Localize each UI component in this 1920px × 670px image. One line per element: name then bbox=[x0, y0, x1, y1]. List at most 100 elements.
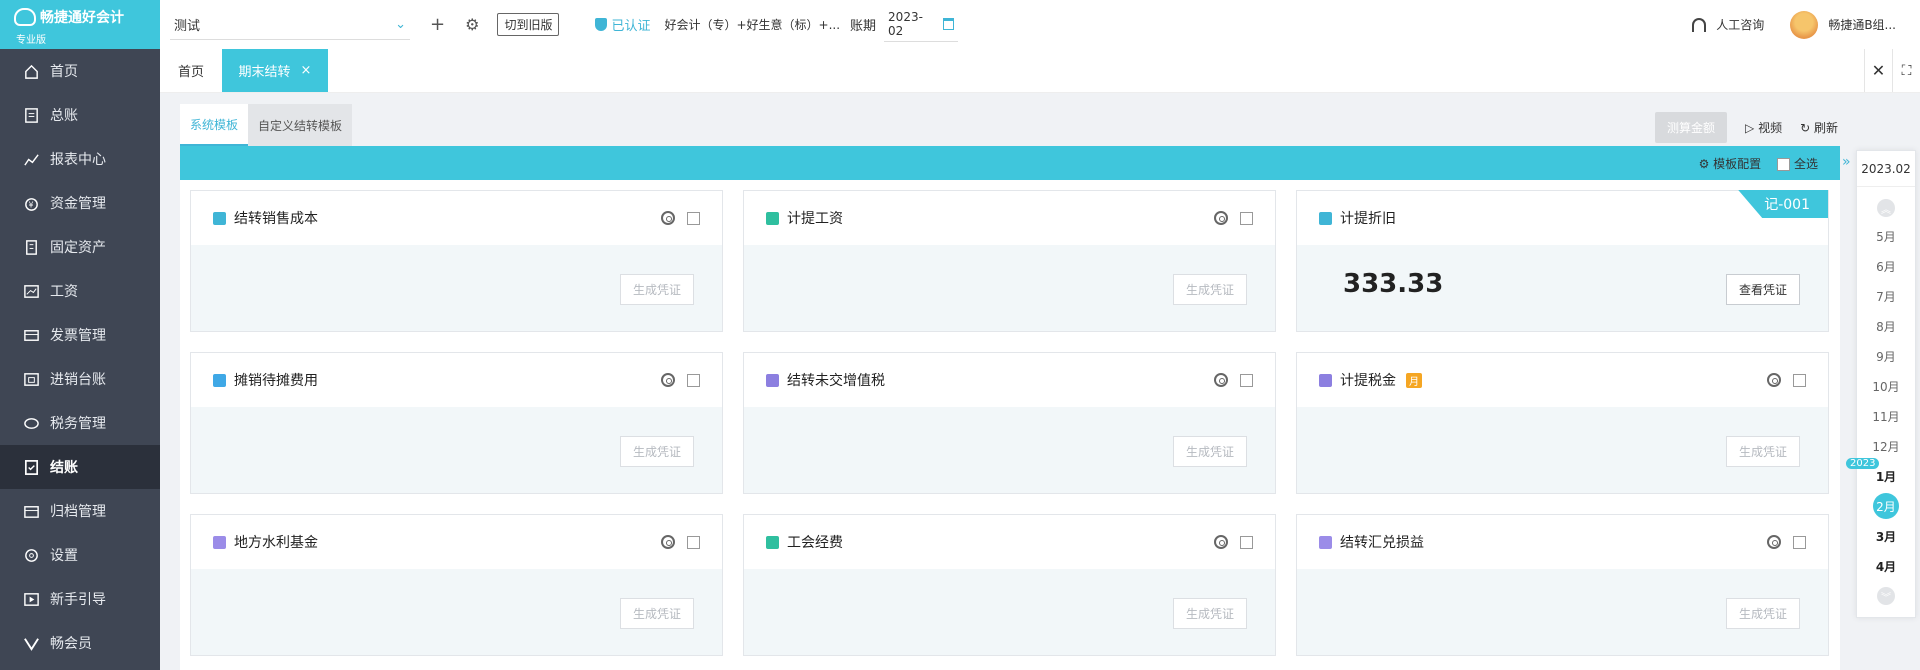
sidebar-item-inventory[interactable]: 进销台账 bbox=[0, 357, 160, 401]
generate-voucher-button[interactable]: 生成凭证 bbox=[619, 598, 694, 629]
month-label: 2月 bbox=[1873, 493, 1899, 519]
month-item[interactable]: 6月 bbox=[1857, 251, 1915, 281]
transfer-card: 结转销售成本 生成凭证 bbox=[190, 190, 723, 332]
sidebar-item-closing[interactable]: 结账 bbox=[0, 445, 160, 489]
card-checkbox[interactable] bbox=[1793, 535, 1806, 549]
generate-voucher-button[interactable]: 生成凭证 bbox=[1172, 436, 1247, 467]
template-tabs: 系统模板 自定义结转模板 测算金额 ▷ 视频 ↻ 刷新 bbox=[180, 104, 1840, 146]
user-name[interactable]: 畅捷通B组... bbox=[1828, 16, 1896, 33]
sidebar-item-tax[interactable]: 税务管理 bbox=[0, 401, 160, 445]
month-item[interactable]: 9月 bbox=[1857, 341, 1915, 371]
video-button[interactable]: ▷ 视频 bbox=[1745, 119, 1782, 136]
sidebar-item-building[interactable]: 固定资产 bbox=[0, 225, 160, 269]
refresh-button[interactable]: ↻ 刷新 bbox=[1800, 119, 1838, 136]
card-header: 摊销待摊费用 bbox=[191, 353, 722, 407]
sidebar-item-label: 总账 bbox=[50, 108, 78, 124]
close-all-tabs-icon[interactable]: ✕ bbox=[1864, 49, 1892, 92]
select-all-checkbox[interactable]: 全选 bbox=[1777, 155, 1818, 172]
sidebar-item-gear[interactable]: 设置 bbox=[0, 533, 160, 577]
sidebar-item-chart[interactable]: 报表中心 bbox=[0, 137, 160, 181]
month-item[interactable]: 4月 bbox=[1857, 551, 1915, 581]
tab-system-template[interactable]: 系统模板 bbox=[180, 104, 249, 146]
card-checkbox[interactable] bbox=[687, 211, 700, 225]
add-icon[interactable]: + bbox=[430, 14, 445, 35]
month-item[interactable]: 3月 bbox=[1857, 521, 1915, 551]
card-checkbox[interactable] bbox=[1240, 211, 1253, 225]
sidebar-item-invoice[interactable]: 发票管理 bbox=[0, 313, 160, 357]
generate-voucher-button[interactable]: 生成凭证 bbox=[1172, 598, 1247, 629]
card-settings-icon[interactable] bbox=[661, 535, 675, 549]
monthly-badge: 月 bbox=[1406, 372, 1422, 388]
sidebar-item-salary[interactable]: 工资 bbox=[0, 269, 160, 313]
sidebar-item-home[interactable]: 首页 bbox=[0, 49, 160, 93]
card-grid: 结转销售成本 生成凭证 计提工资 生成凭证 计提折旧 333.33 查看凭证 记-001 摊销待… bbox=[180, 180, 1840, 670]
tab-custom-template[interactable]: 自定义结转模板 bbox=[248, 104, 353, 146]
card-header: 结转汇兑损益 bbox=[1297, 515, 1828, 569]
app-logo[interactable]: 畅捷通好会计 专业版 bbox=[0, 0, 160, 49]
card-header: 计提税金月 bbox=[1297, 353, 1828, 407]
card-settings-icon[interactable] bbox=[1767, 373, 1781, 387]
sidebar-item-label: 首页 bbox=[50, 64, 78, 80]
month-item[interactable]: 8月 bbox=[1857, 311, 1915, 341]
generate-voucher-button[interactable]: 生成凭证 bbox=[1725, 598, 1800, 629]
generate-voucher-button[interactable]: 生成凭证 bbox=[619, 436, 694, 467]
card-settings-icon[interactable] bbox=[661, 373, 675, 387]
month-item[interactable]: 10月 bbox=[1857, 371, 1915, 401]
settings-gear-icon[interactable]: ⚙ bbox=[465, 15, 479, 34]
card-title: 计提折旧 bbox=[1340, 211, 1396, 227]
account-set-select[interactable]: 测试 ⌄ bbox=[170, 10, 410, 40]
month-item[interactable]: 2月 bbox=[1857, 491, 1915, 521]
scroll-down-icon[interactable]: ︾ bbox=[1877, 587, 1895, 605]
card-settings-icon[interactable] bbox=[1214, 535, 1228, 549]
month-item[interactable]: 12月 bbox=[1857, 431, 1915, 461]
tax-icon bbox=[22, 414, 40, 432]
sidebar-item-ledger[interactable]: 总账 bbox=[0, 93, 160, 137]
scroll-up-icon[interactable]: ︽ bbox=[1877, 199, 1895, 217]
card-settings-icon[interactable] bbox=[1214, 373, 1228, 387]
switch-old-version-button[interactable]: 切到旧版 bbox=[497, 13, 560, 36]
tab-period-end-transfer[interactable]: 期末结转 × bbox=[222, 49, 328, 92]
view-voucher-button[interactable]: 查看凭证 bbox=[1725, 274, 1800, 305]
support-link[interactable]: 人工咨询 bbox=[1716, 16, 1764, 33]
period-value: 2023-02 bbox=[888, 10, 923, 38]
card-checkbox[interactable] bbox=[687, 373, 700, 387]
closing-icon bbox=[22, 458, 40, 476]
month-label: 5月 bbox=[1876, 229, 1896, 244]
sidebar-item-vip[interactable]: 畅会员 bbox=[0, 621, 160, 665]
tab-home[interactable]: 首页 bbox=[160, 49, 222, 92]
month-label: 3月 bbox=[1875, 529, 1897, 544]
building-icon bbox=[22, 238, 40, 256]
sidebar-item-archive[interactable]: 归档管理 bbox=[0, 489, 160, 533]
card-checkbox[interactable] bbox=[687, 535, 700, 549]
sidebar-item-money-bag[interactable]: ¥ 资金管理 bbox=[0, 181, 160, 225]
card-checkbox[interactable] bbox=[1240, 535, 1253, 549]
verified-status[interactable]: 已认证 bbox=[595, 15, 650, 34]
month-label: 7月 bbox=[1876, 289, 1896, 304]
transfer-card: 计提税金月生成凭证 bbox=[1296, 352, 1829, 494]
collapse-rail-icon[interactable]: » bbox=[1842, 154, 1851, 170]
month-item[interactable]: 11月 bbox=[1857, 401, 1915, 431]
template-config-button[interactable]: ⚙ 模板配置 bbox=[1699, 155, 1762, 172]
card-settings-icon[interactable] bbox=[1214, 211, 1228, 225]
month-item[interactable]: 5月 bbox=[1857, 221, 1915, 251]
generate-voucher-button[interactable]: 生成凭证 bbox=[619, 274, 694, 305]
period-picker[interactable]: 2023-02 bbox=[884, 7, 959, 42]
company-products[interactable]: 好会计（专）+好生意（标）+... bbox=[664, 16, 840, 33]
archive-icon bbox=[22, 502, 40, 520]
fullscreen-icon[interactable]: ⛶ bbox=[1892, 49, 1920, 92]
month-item[interactable]: 7月 bbox=[1857, 281, 1915, 311]
card-checkbox[interactable] bbox=[1240, 373, 1253, 387]
card-settings-icon[interactable] bbox=[661, 211, 675, 225]
generate-voucher-button[interactable]: 生成凭证 bbox=[1725, 436, 1800, 467]
close-icon[interactable]: × bbox=[301, 63, 312, 78]
sidebar-item-guide[interactable]: 新手引导 bbox=[0, 577, 160, 621]
card-settings-icon[interactable] bbox=[1767, 535, 1781, 549]
card-body: 生成凭证 bbox=[191, 569, 722, 655]
sidebar-item-label: 进销台账 bbox=[50, 372, 106, 388]
card-title: 结转未交增值税 bbox=[787, 373, 885, 389]
generate-voucher-button[interactable]: 生成凭证 bbox=[1172, 274, 1247, 305]
card-checkbox[interactable] bbox=[1793, 373, 1806, 387]
avatar[interactable] bbox=[1790, 10, 1819, 39]
calc-amount-button[interactable]: 测算金额 bbox=[1655, 112, 1728, 143]
select-all-label: 全选 bbox=[1793, 156, 1818, 171]
